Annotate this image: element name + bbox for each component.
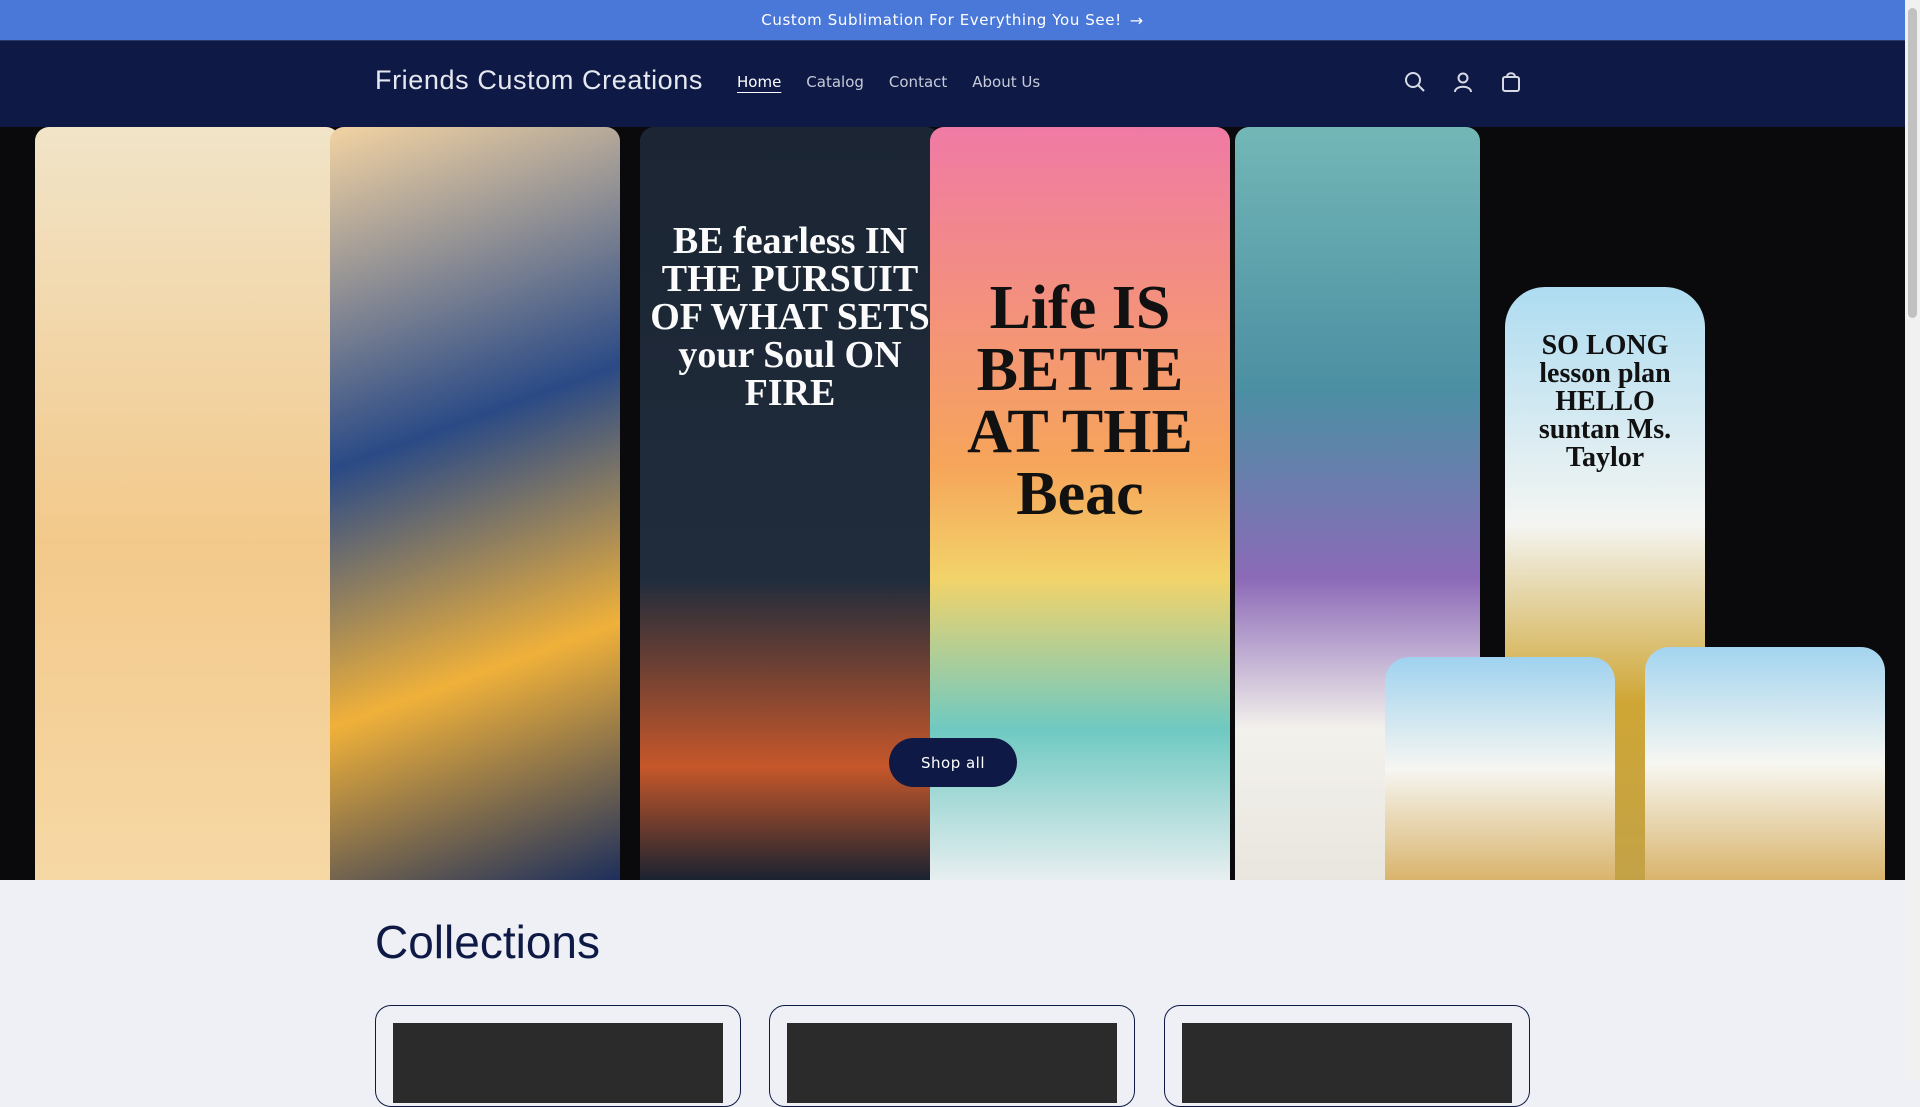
collection-image[interactable]: [787, 1023, 1117, 1103]
collections-title: Collections: [375, 916, 600, 968]
tumbler-text-beach: Life IS BETTE AT THE Beac: [967, 274, 1193, 528]
nav-home[interactable]: Home: [737, 73, 781, 91]
cart-icon[interactable]: [1500, 71, 1522, 93]
announcement-bar[interactable]: Custom Sublimation For Everything You Se…: [0, 0, 1905, 40]
collection-image[interactable]: [1182, 1023, 1512, 1103]
account-icon[interactable]: [1452, 71, 1474, 93]
header-icons: [1404, 71, 1522, 93]
cup-so-long-right: [1645, 647, 1885, 880]
collection-card[interactable]: [769, 1005, 1135, 1107]
shop-all-button[interactable]: Shop all: [889, 738, 1017, 787]
nav-about-us[interactable]: About Us: [972, 73, 1040, 91]
tumbler-text-so-long: SO LONG lesson plan HELLO suntan Ms. Tay…: [1538, 330, 1672, 473]
announcement-text[interactable]: Custom Sublimation For Everything You Se…: [761, 11, 1121, 29]
collection-card[interactable]: [1164, 1005, 1530, 1107]
main-nav: Home Catalog Contact About Us: [737, 73, 1040, 91]
search-icon[interactable]: [1404, 71, 1426, 93]
page-scrollbar[interactable]: [1905, 0, 1920, 1080]
nav-contact[interactable]: Contact: [889, 73, 947, 91]
tumbler-text-fearless: BE fearless IN THE PURSUIT OF WHAT SETS …: [650, 220, 930, 414]
arrow-right-icon: →: [1129, 10, 1144, 30]
nav-catalog[interactable]: Catalog: [806, 73, 864, 91]
collection-card[interactable]: [375, 1005, 741, 1107]
site-header: Friends Custom Creations Home Catalog Co…: [0, 40, 1905, 128]
collection-image[interactable]: [393, 1023, 723, 1103]
tumbler-sun-moon: [330, 127, 620, 880]
scrollbar-thumb[interactable]: [1908, 8, 1917, 318]
tumbler-butterfly: [35, 127, 340, 880]
store-logo[interactable]: Friends Custom Creations: [375, 65, 703, 96]
cup-so-long-left: [1385, 657, 1615, 880]
